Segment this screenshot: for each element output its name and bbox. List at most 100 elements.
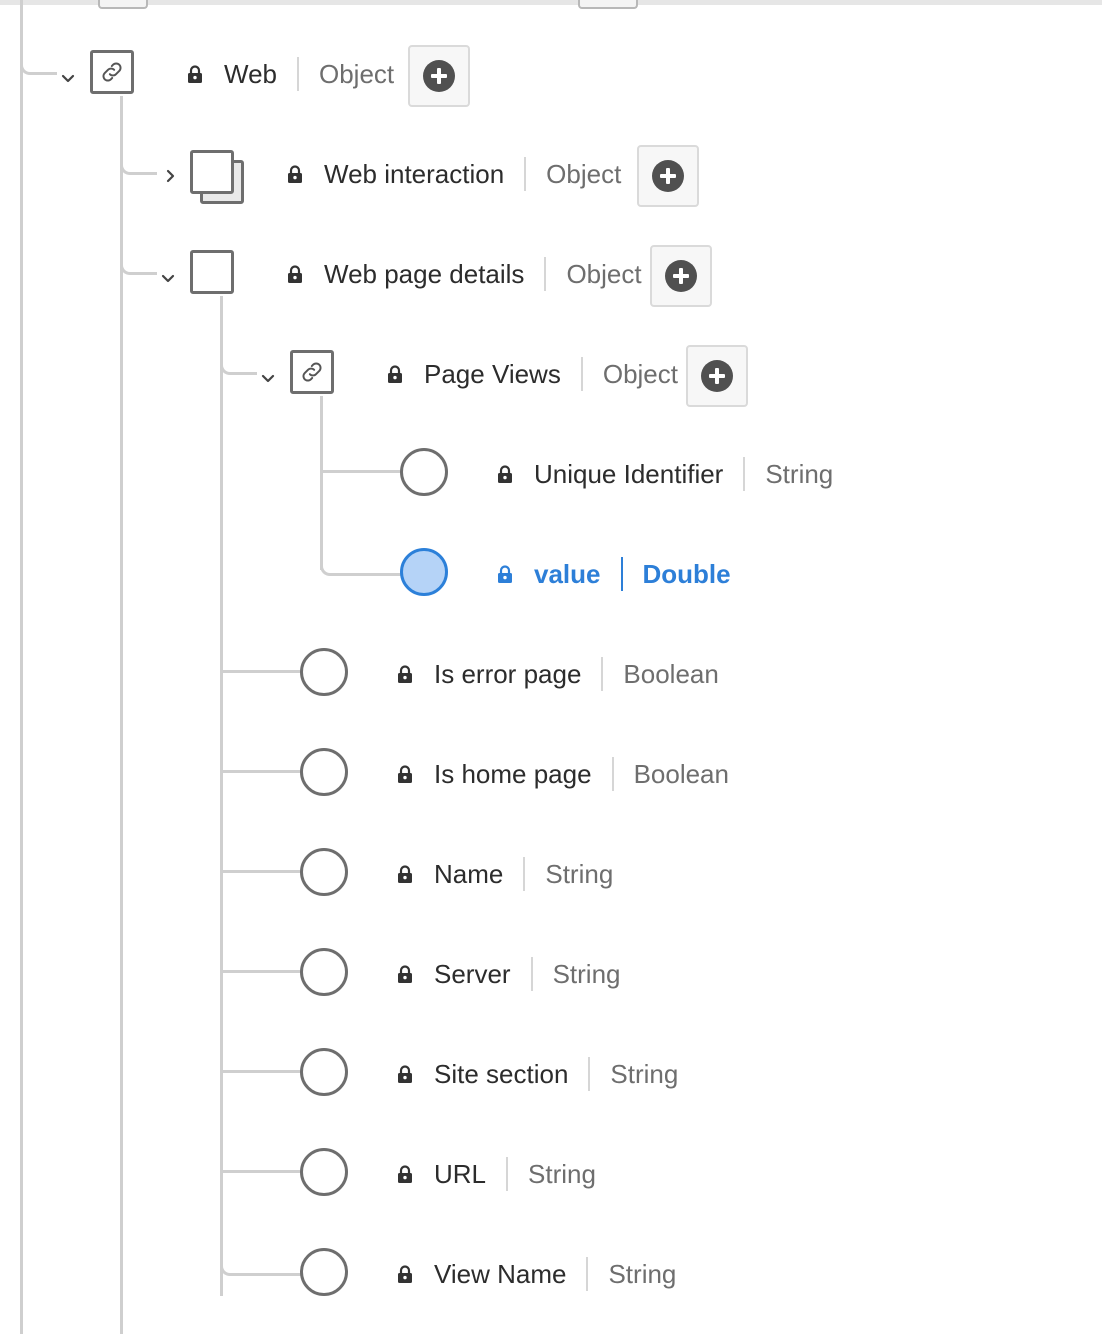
- chevron-down-icon[interactable]: [58, 68, 78, 88]
- add-field-button-web-page-details[interactable]: [650, 245, 712, 307]
- field-name: Unique Identifier: [534, 458, 724, 489]
- tree-connector-web-page-details: [120, 172, 157, 275]
- field-type: String: [610, 1058, 679, 1089]
- tree-connector-view-name: [220, 1196, 303, 1276]
- tree-connector-is-home-page: [220, 770, 300, 773]
- chevron-down-icon[interactable]: [158, 268, 178, 288]
- field-page-views[interactable]: Page Views Object: [424, 354, 678, 394]
- field-node-unique-identifier[interactable]: [400, 448, 448, 496]
- field-name: Is home page: [434, 758, 592, 789]
- lock-icon: [398, 1165, 412, 1183]
- field-separator: [586, 1257, 589, 1291]
- chevron-down-icon[interactable]: [258, 368, 278, 388]
- add-circle-icon: [701, 360, 733, 392]
- field-is-error-page[interactable]: Is error page Boolean: [434, 654, 719, 694]
- add-circle-icon: [665, 260, 697, 292]
- lock-icon: [498, 565, 512, 583]
- field-name: Is error page: [434, 658, 582, 689]
- lock-icon: [288, 265, 302, 283]
- field-name: Web page details: [324, 258, 525, 289]
- schema-tree: Web Object Web interaction Object Web pa…: [0, 0, 1102, 1334]
- object-node-web[interactable]: [90, 50, 134, 94]
- field-node-view-name[interactable]: [300, 1248, 348, 1296]
- field-name: Page Views: [424, 358, 561, 389]
- field-node-value-selected[interactable]: [400, 548, 448, 596]
- field-separator: [620, 557, 623, 591]
- chevron-right-icon[interactable]: [160, 166, 180, 186]
- field-type: Object: [319, 58, 395, 89]
- field-separator: [588, 1057, 591, 1091]
- field-separator: [530, 957, 533, 991]
- field-type: Boolean: [623, 658, 719, 689]
- top-edge: [0, 0, 1102, 5]
- object-node-page-views[interactable]: [290, 350, 334, 394]
- field-node-is-home-page[interactable]: [300, 748, 348, 796]
- field-web-interaction[interactable]: Web interaction Object: [324, 154, 621, 194]
- field-type: String: [608, 1258, 677, 1289]
- field-view-name[interactable]: View Name String: [434, 1254, 676, 1294]
- tree-connector-value: [320, 496, 403, 576]
- field-node-server[interactable]: [300, 948, 348, 996]
- field-name: Web: [224, 58, 277, 89]
- array-node-web-interaction[interactable]: [190, 150, 246, 208]
- previous-node-stub: [98, 0, 148, 9]
- field-separator: [601, 657, 604, 691]
- add-field-button-web[interactable]: [408, 45, 470, 107]
- field-server[interactable]: Server String: [434, 954, 621, 994]
- field-type: Object: [546, 158, 622, 189]
- lock-icon: [398, 1265, 412, 1283]
- field-separator: [544, 257, 547, 291]
- field-name: Name: [434, 858, 504, 889]
- field-node-site-section[interactable]: [300, 1048, 348, 1096]
- field-value[interactable]: value Double: [534, 554, 731, 594]
- lock-icon: [398, 1065, 412, 1083]
- add-field-button-web-interaction[interactable]: [637, 145, 699, 207]
- field-name: value: [534, 558, 601, 589]
- lock-icon: [398, 965, 412, 983]
- field-separator: [523, 857, 526, 891]
- field-name: Site section: [434, 1058, 569, 1089]
- field-type: String: [545, 858, 614, 889]
- lock-icon: [288, 165, 302, 183]
- link-icon: [102, 62, 122, 82]
- link-icon: [302, 362, 322, 382]
- field-node-is-error-page[interactable]: [300, 648, 348, 696]
- tree-connector-web-children: [120, 96, 123, 1334]
- field-web-page-details[interactable]: Web page details Object: [324, 254, 642, 294]
- add-circle-icon: [652, 160, 684, 192]
- field-separator: [524, 157, 527, 191]
- field-type: Object: [566, 258, 642, 289]
- field-separator: [506, 1157, 509, 1191]
- field-separator: [743, 457, 746, 491]
- tree-connector-unique-identifier: [320, 470, 400, 473]
- tree-connector-url: [220, 1170, 300, 1173]
- field-separator: [611, 757, 614, 791]
- field-node-name[interactable]: [300, 848, 348, 896]
- field-url[interactable]: URL String: [434, 1154, 596, 1194]
- previous-add-button-stub: [578, 0, 638, 9]
- lock-icon: [188, 65, 202, 83]
- tree-connector-root: [20, 0, 23, 1334]
- field-type: String: [765, 458, 834, 489]
- object-node-web-page-details[interactable]: [190, 250, 234, 294]
- field-name-row[interactable]: Name String: [434, 854, 613, 894]
- tree-connector-server: [220, 970, 300, 973]
- field-unique-identifier[interactable]: Unique Identifier String: [534, 454, 833, 494]
- field-type: String: [552, 958, 621, 989]
- field-type: String: [528, 1158, 596, 1189]
- tree-connector-page-views: [220, 296, 257, 375]
- field-name: Server: [434, 958, 511, 989]
- field-name: URL: [434, 1158, 487, 1189]
- field-is-home-page[interactable]: Is home page Boolean: [434, 754, 729, 794]
- tree-connector-web: [20, 0, 57, 75]
- tree-connector-is-error-page: [220, 670, 300, 673]
- field-web[interactable]: Web Object: [224, 54, 394, 94]
- field-name: View Name: [434, 1258, 567, 1289]
- add-field-button-page-views[interactable]: [686, 345, 748, 407]
- field-node-url[interactable]: [300, 1148, 348, 1196]
- add-circle-icon: [423, 60, 455, 92]
- field-name: Web interaction: [324, 158, 505, 189]
- lock-icon: [498, 465, 512, 483]
- field-site-section[interactable]: Site section String: [434, 1054, 678, 1094]
- lock-icon: [398, 765, 412, 783]
